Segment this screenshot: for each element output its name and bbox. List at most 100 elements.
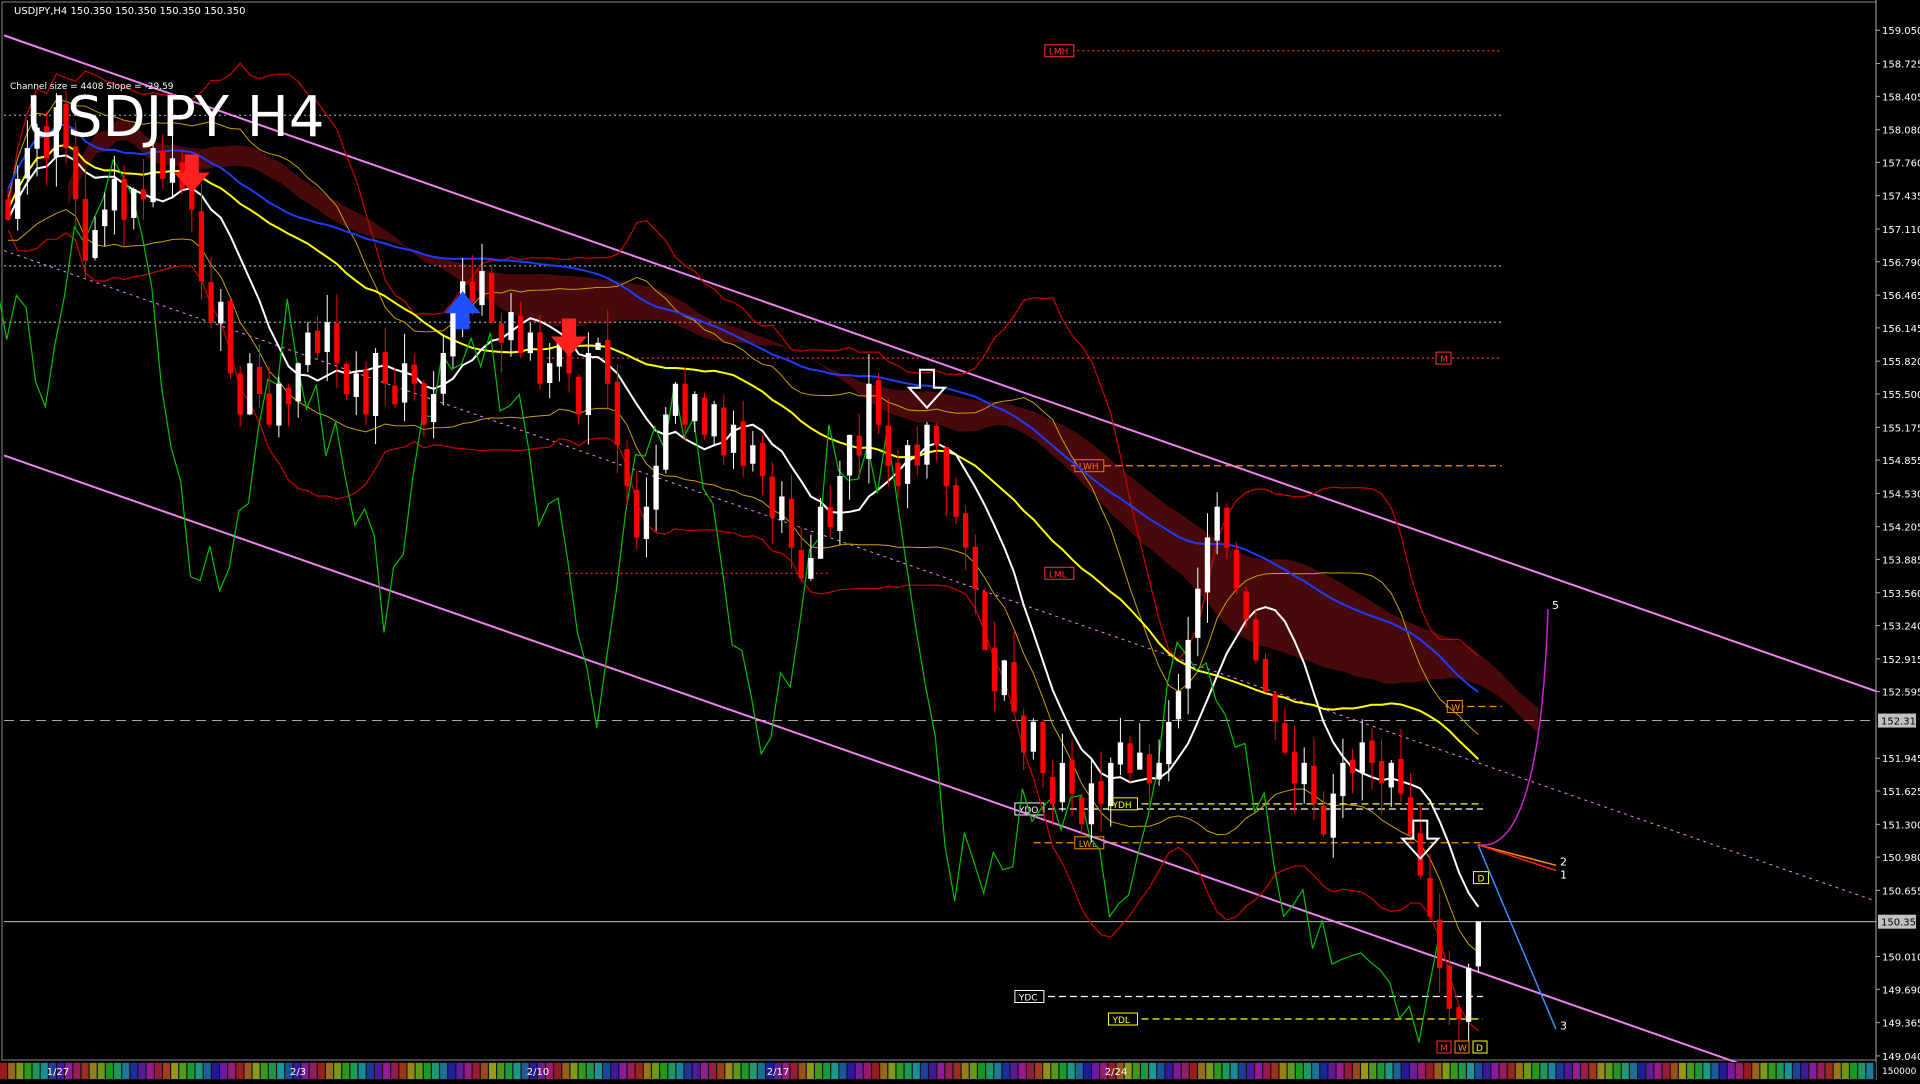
- bear-candle: [1050, 776, 1056, 804]
- bull-candle: [15, 178, 21, 219]
- time-axis-segment: [195, 1063, 203, 1079]
- time-axis-segment: [24, 1063, 32, 1079]
- time-axis-segment: [1809, 1063, 1817, 1079]
- bear-candle: [1398, 758, 1404, 794]
- time-axis-segment: [1059, 1063, 1067, 1079]
- bear-candle: [1233, 549, 1240, 589]
- time-axis-segment: [1548, 1063, 1556, 1079]
- time-axis-segment: [1524, 1063, 1532, 1079]
- time-axis-segment: [1246, 1063, 1254, 1079]
- chart-window[interactable]: LMH M LWH LML W YDO YDH LWL YDC YDL D 5213 159.050…: [0, 0, 1920, 1084]
- time-axis-segment: [1703, 1063, 1711, 1079]
- time-axis-segment: [1515, 1063, 1523, 1079]
- time-axis-segment: [1768, 1063, 1776, 1079]
- price-tick-label: 159.050: [1882, 26, 1920, 37]
- time-axis-segment: [1377, 1063, 1385, 1079]
- time-axis-segment: [448, 1063, 456, 1079]
- time-axis-segment: [1051, 1063, 1059, 1079]
- bear-candle: [1069, 759, 1075, 794]
- time-axis-segment: [1222, 1063, 1230, 1079]
- bull-candle: [1030, 721, 1037, 752]
- bear-candle: [343, 363, 350, 394]
- time-axis-segment: [1597, 1063, 1605, 1079]
- bull-candle: [247, 363, 253, 415]
- bear-candle: [1378, 761, 1385, 784]
- bear-candle: [682, 383, 688, 425]
- bear-candle: [1079, 797, 1085, 825]
- time-axis-segment: [1418, 1063, 1426, 1079]
- time-axis-segment: [969, 1063, 977, 1079]
- bull-candle: [111, 178, 118, 211]
- price-tick-label: 150.010: [1882, 953, 1920, 964]
- time-axis-segment: [114, 1063, 122, 1079]
- bear-candle: [933, 425, 940, 446]
- time-axis-segment: [839, 1063, 847, 1079]
- time-axis-segment: [717, 1063, 725, 1079]
- bull-candle: [1340, 762, 1346, 797]
- bull-candle: [218, 301, 224, 324]
- bull-candle: [1330, 793, 1336, 838]
- time-axis-segment: [1532, 1063, 1540, 1079]
- projection-label: 1: [1560, 868, 1567, 881]
- bear-candle: [498, 323, 504, 343]
- time-axis-segment: [1304, 1063, 1311, 1079]
- time-axis-segment: [978, 1063, 985, 1079]
- bull-candle: [372, 353, 379, 416]
- bull-candle: [479, 271, 485, 306]
- time-axis-segment: [929, 1063, 937, 1079]
- time-axis-segment: [268, 1063, 276, 1079]
- bear-candle: [605, 339, 611, 384]
- time-axis-segment: [1858, 1063, 1866, 1079]
- price-tick-label: 151.945: [1882, 754, 1920, 765]
- time-axis-segment: [798, 1063, 806, 1079]
- time-axis-segment: [399, 1063, 407, 1079]
- time-axis-segment: [1092, 1063, 1100, 1079]
- bull-candle: [1001, 660, 1007, 696]
- time-axis-segment: [1825, 1063, 1833, 1079]
- time-axis-segment: [1189, 1063, 1197, 1079]
- time-axis-segment: [554, 1063, 562, 1079]
- price-tick-label: 156.465: [1882, 291, 1920, 302]
- time-axis-segment: [1426, 1063, 1434, 1079]
- bull-candle: [353, 373, 359, 397]
- bear-candle: [1098, 781, 1104, 804]
- bull-candle: [508, 312, 514, 341]
- time-axis-segment: [334, 1063, 342, 1079]
- bear-candle: [489, 273, 495, 323]
- time-axis-segment: [1344, 1063, 1352, 1079]
- price-chart[interactable]: LMHMLWHLMLWYDOYDHLWLYDCYDLD 5213 159.050…: [0, 0, 1920, 1084]
- time-axis-segment: [431, 1063, 439, 1079]
- time-axis-segment: [1230, 1063, 1238, 1079]
- bull-candle: [24, 148, 31, 179]
- bear-candle: [411, 364, 417, 384]
- symbol-info-text: USDJPY,H4 150.350 150.350 150.350 150.35…: [14, 6, 245, 17]
- time-axis-segment: [627, 1063, 635, 1079]
- level-tag-label: LWL: [1079, 840, 1097, 850]
- time-axis-segment: [725, 1063, 733, 1079]
- bear-candle: [1417, 833, 1423, 876]
- bear-candle: [392, 385, 398, 405]
- price-tick-label: 158.080: [1882, 126, 1920, 137]
- time-axis-segment: [1678, 1063, 1686, 1079]
- time-axis-segment: [1458, 1063, 1466, 1079]
- bear-candle: [576, 376, 582, 415]
- time-axis-segment: [1361, 1063, 1369, 1079]
- time-axis-segment: [676, 1063, 684, 1079]
- time-axis-segment: [1083, 1063, 1091, 1079]
- bear-candle: [992, 648, 998, 692]
- time-axis-segment: [635, 1063, 643, 1079]
- time-axis-segment: [130, 1063, 138, 1079]
- bear-candle: [895, 462, 901, 487]
- time-axis-segment: [1801, 1063, 1809, 1079]
- time-axis-segment: [1613, 1063, 1621, 1079]
- time-tick-label: 1/27: [47, 1067, 69, 1078]
- time-axis-segment: [1727, 1063, 1735, 1079]
- time-axis-segment: [920, 1063, 928, 1079]
- time-axis-segment: [383, 1063, 391, 1079]
- time-axis-segment: [440, 1063, 448, 1079]
- bear-candle: [227, 301, 234, 374]
- time-axis-segment: [1442, 1063, 1450, 1079]
- bull-candle: [450, 312, 456, 357]
- time-axis-segment: [961, 1063, 969, 1079]
- bear-candle: [1282, 723, 1288, 753]
